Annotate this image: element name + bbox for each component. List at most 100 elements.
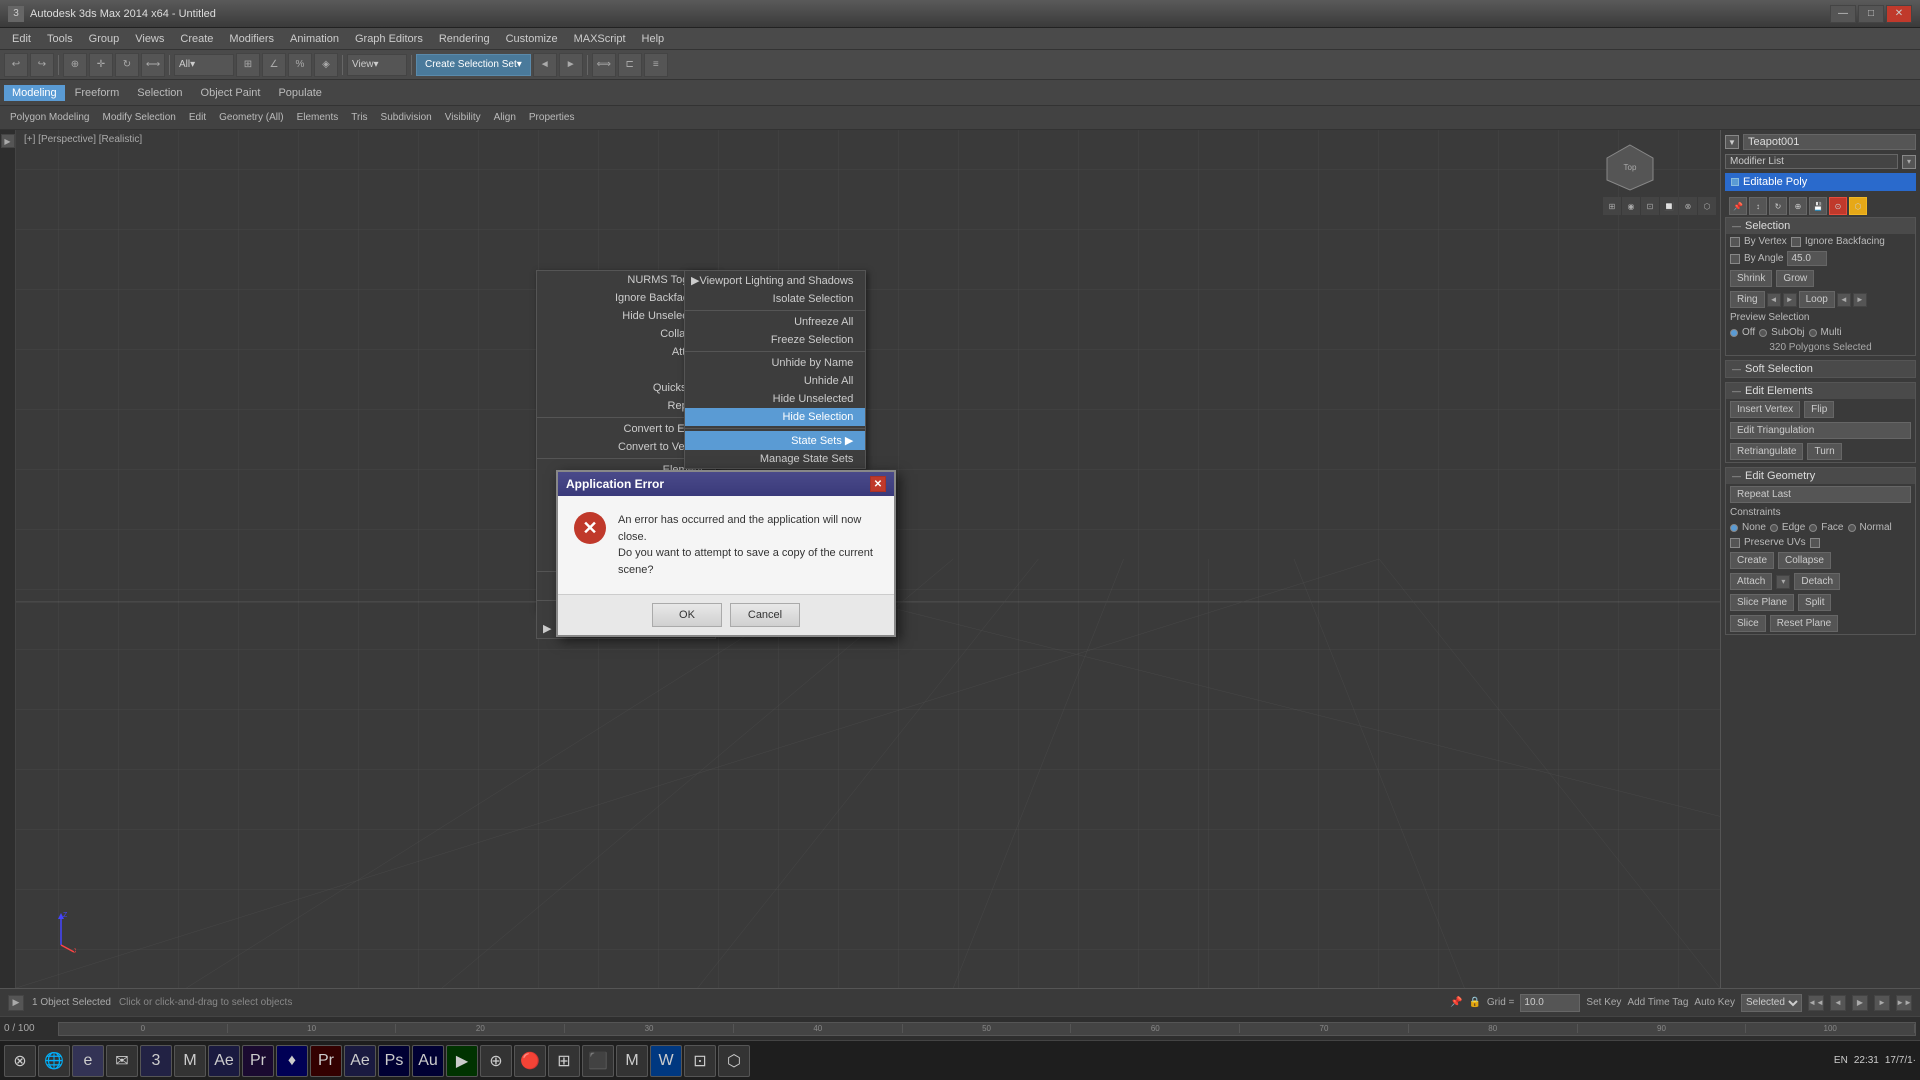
move-button[interactable]: ✛: [89, 53, 113, 77]
shrink-button[interactable]: Shrink: [1730, 270, 1772, 287]
menu-graph-editors[interactable]: Graph Editors: [347, 31, 431, 47]
taskbar-au[interactable]: Au: [412, 1045, 444, 1077]
undo-button[interactable]: ↩: [4, 53, 28, 77]
selection-section-title[interactable]: — Selection: [1726, 218, 1915, 234]
align-button[interactable]: ⊏: [618, 53, 642, 77]
prev-frame-btn[interactable]: ◄◄: [1808, 995, 1824, 1011]
angle-snap[interactable]: ∠: [262, 53, 286, 77]
create-selection-button[interactable]: Create Selection Set ▾: [416, 54, 531, 76]
named-sel-right[interactable]: ►: [559, 53, 583, 77]
orientation-cube[interactable]: Top: [1603, 140, 1658, 195]
menu-tools[interactable]: Tools: [39, 31, 81, 47]
menu-maxscript[interactable]: MAXScript: [566, 31, 634, 47]
reset-plane-button[interactable]: Reset Plane: [1770, 615, 1838, 632]
menu-group[interactable]: Group: [81, 31, 128, 47]
sub-polygon-modeling[interactable]: Polygon Modeling: [4, 111, 96, 124]
sub-hide-sel[interactable]: Hide Selection: [685, 408, 865, 426]
sub-hide-unsel[interactable]: Hide Unselected: [685, 390, 865, 408]
menu-rendering[interactable]: Rendering: [431, 31, 498, 47]
selected-dropdown[interactable]: Selected: [1741, 994, 1802, 1012]
menu-animation[interactable]: Animation: [282, 31, 347, 47]
play-anim-btn2[interactable]: ▶: [1852, 995, 1868, 1011]
sub-align[interactable]: Align: [488, 111, 522, 124]
modifier-list-btn[interactable]: ▾: [1902, 155, 1916, 169]
sub-vp-lighting[interactable]: ▶Viewport Lighting and Shadows: [685, 271, 865, 290]
ignore-backfacing-checkbox[interactable]: [1791, 237, 1801, 247]
editable-poly-row[interactable]: Editable Poly: [1725, 173, 1916, 191]
viewport-dropdown[interactable]: View ▾: [347, 54, 407, 76]
maximize-button[interactable]: □: [1858, 5, 1884, 23]
play-button[interactable]: ▶: [1, 134, 15, 148]
taskbar-premiere2[interactable]: Pr: [310, 1045, 342, 1077]
tab-object-paint[interactable]: Object Paint: [193, 85, 269, 101]
sub-manage-state[interactable]: Manage State Sets: [685, 450, 865, 468]
menu-views[interactable]: Views: [127, 31, 172, 47]
preview-off-radio[interactable]: [1730, 329, 1738, 337]
menu-customize[interactable]: Customize: [498, 31, 566, 47]
taskbar-app1[interactable]: ⊕: [480, 1045, 512, 1077]
mod-icon-vertex[interactable]: ⊙: [1829, 197, 1847, 215]
preserve-uvs-checkbox2[interactable]: [1810, 538, 1820, 548]
preserve-uvs-checkbox[interactable]: [1730, 538, 1740, 548]
sub-isolate-sel[interactable]: Isolate Selection: [685, 290, 865, 308]
split-button[interactable]: Split: [1798, 594, 1831, 611]
vp-btn3[interactable]: ⊡: [1641, 197, 1659, 215]
sub-unhide-all[interactable]: Unhide All: [685, 372, 865, 390]
edit-geometry-title[interactable]: — Edit Geometry: [1726, 468, 1915, 484]
sub-unhide-name[interactable]: Unhide by Name: [685, 354, 865, 372]
rotate-button[interactable]: ↻: [115, 53, 139, 77]
attach-settings-btn[interactable]: ▾: [1776, 575, 1790, 589]
object-name[interactable]: Teapot001: [1743, 134, 1916, 150]
mod-icon-pin[interactable]: 📌: [1729, 197, 1747, 215]
preview-multi-radio[interactable]: [1809, 329, 1817, 337]
insert-vertex-button[interactable]: Insert Vertex: [1730, 401, 1800, 418]
menu-create[interactable]: Create: [172, 31, 221, 47]
mod-icon-save[interactable]: 💾: [1809, 197, 1827, 215]
sub-properties[interactable]: Properties: [523, 111, 581, 124]
vp-btn2[interactable]: ◉: [1622, 197, 1640, 215]
slice-button[interactable]: Slice: [1730, 615, 1766, 632]
filter-dropdown[interactable]: All ▾: [174, 54, 234, 76]
sub-visibility[interactable]: Visibility: [439, 111, 487, 124]
sub-state-sets[interactable]: State Sets ▶: [685, 431, 865, 450]
mod-icon-poly[interactable]: ⬡: [1849, 197, 1867, 215]
grow-button[interactable]: Grow: [1776, 270, 1814, 287]
normal-radio[interactable]: [1848, 524, 1856, 532]
mod-icon-scale[interactable]: ⊕: [1789, 197, 1807, 215]
dialog-ok-button[interactable]: OK: [652, 603, 722, 627]
close-button[interactable]: ✕: [1886, 5, 1912, 23]
collapse-button[interactable]: Collapse: [1778, 552, 1831, 569]
tab-freeform[interactable]: Freeform: [67, 85, 128, 101]
snap-toggle[interactable]: ⊞: [236, 53, 260, 77]
sub-freeze-sel[interactable]: Freeze Selection: [685, 331, 865, 349]
vp-btn4[interactable]: 🔲: [1660, 197, 1678, 215]
taskbar-green[interactable]: ▶: [446, 1045, 478, 1077]
sub-unfreeze-all[interactable]: Unfreeze All: [685, 313, 865, 331]
percent-snap[interactable]: %: [288, 53, 312, 77]
named-sel-left[interactable]: ◄: [533, 53, 557, 77]
detach-button[interactable]: Detach: [1794, 573, 1840, 590]
mod-icon-rotate[interactable]: ↻: [1769, 197, 1787, 215]
grid-value-input[interactable]: [1520, 994, 1580, 1012]
mod-icon-move[interactable]: ↕: [1749, 197, 1767, 215]
layer-manager[interactable]: ≡: [644, 53, 668, 77]
taskbar-word[interactable]: W: [650, 1045, 682, 1077]
spinner-snap[interactable]: ◈: [314, 53, 338, 77]
next-frame-btn[interactable]: ►►: [1896, 995, 1912, 1011]
loop-button[interactable]: Loop: [1799, 291, 1835, 308]
taskbar-premiere[interactable]: Pr: [242, 1045, 274, 1077]
vp-btn1[interactable]: ⊞: [1603, 197, 1621, 215]
sub-edit[interactable]: Edit: [183, 111, 212, 124]
viewport[interactable]: [+] [Perspective] [Realistic] Top ⊞ ◉ ⊡ …: [16, 130, 1720, 988]
slice-plane-button[interactable]: Slice Plane: [1730, 594, 1794, 611]
mirror-button[interactable]: ⟺: [592, 53, 616, 77]
minimize-button[interactable]: —: [1830, 5, 1856, 23]
scale-button[interactable]: ⟷: [141, 53, 165, 77]
next-key-btn[interactable]: ►: [1874, 995, 1890, 1011]
vp-btn5[interactable]: ⊗: [1679, 197, 1697, 215]
sub-tris[interactable]: Tris: [345, 111, 373, 124]
taskbar-ae[interactable]: Ae: [208, 1045, 240, 1077]
attach-button[interactable]: Attach: [1730, 573, 1772, 590]
taskbar-3dsmax[interactable]: 3: [140, 1045, 172, 1077]
preview-subobj-radio[interactable]: [1759, 329, 1767, 337]
